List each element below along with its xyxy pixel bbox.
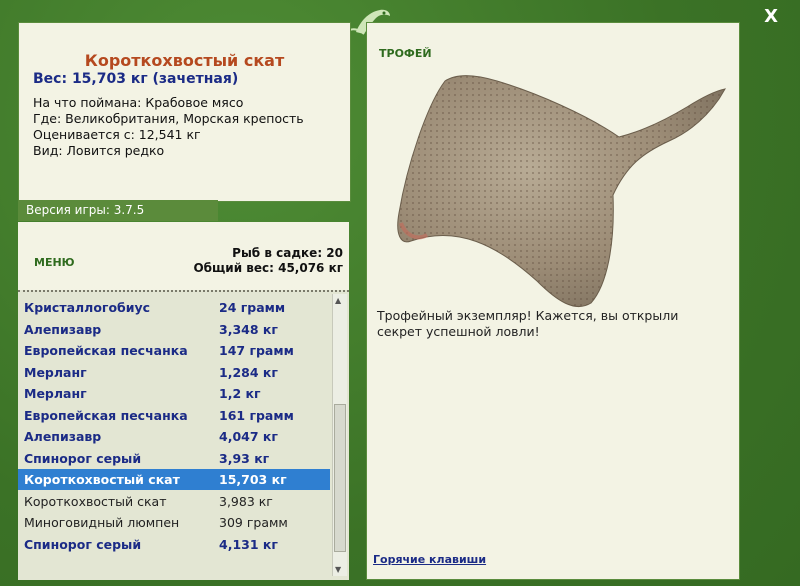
fish-weight-value: 309 грамм bbox=[219, 515, 288, 530]
fish-weight-value: 1,2 кг bbox=[219, 386, 261, 401]
fish-name: Алепизавр bbox=[24, 321, 102, 337]
location-text: Где: Великобритания, Морская крепость bbox=[33, 111, 304, 126]
rarity-text: Вид: Ловится редко bbox=[33, 143, 165, 158]
list-item[interactable]: Короткохвостый скат 3,983 кг bbox=[18, 491, 330, 512]
fish-name: Алепизавр bbox=[24, 429, 102, 444]
fish-name: Европейская песчанка bbox=[24, 343, 188, 358]
list-item[interactable]: Алепизавр 4,047 кг bbox=[18, 426, 330, 447]
fish-list: ▲ ▼ Кристаллогобиус 24 грамм Алепизавр 3,34… bbox=[18, 290, 349, 580]
close-button[interactable]: X bbox=[764, 6, 778, 27]
list-item[interactable]: Кристаллогобиус 24 грамм bbox=[18, 297, 330, 318]
game-version: Версия игры: 3.7.5 bbox=[18, 200, 218, 221]
scroll-up-icon[interactable]: ▲ bbox=[335, 296, 341, 305]
menu-button[interactable]: МЕНЮ bbox=[34, 256, 75, 269]
fish-name: Спинорог серый bbox=[24, 536, 142, 552]
list-scrollbar[interactable]: ▲ ▼ bbox=[332, 294, 347, 576]
fish-weight-value: 147 грамм bbox=[219, 343, 294, 358]
fish-name: Короткохвостый скат bbox=[24, 472, 180, 487]
list-item[interactable]: Спинорог серый 4,131 кг bbox=[18, 534, 330, 555]
list-item[interactable]: Европейская песчанка 147 грамм bbox=[18, 340, 330, 361]
menu-area: МЕНЮ Рыб в садке: 20 Общий вес: 45,076 к… bbox=[18, 222, 349, 290]
scroll-thumb[interactable] bbox=[334, 404, 346, 552]
trophy-message: Трофейный экземпляр! Кажется, вы открыли… bbox=[377, 308, 679, 339]
keepnet-stats: Рыб в садке: 20 Общий вес: 45,076 кг bbox=[193, 246, 343, 276]
catch-info-panel: Короткохвостый скат Вес: 15,703 кг (заче… bbox=[18, 22, 351, 202]
bait-text: На что поймана: Крабовое мясо bbox=[33, 95, 244, 110]
fish-weight: Вес: 15,703 кг (зачетная) bbox=[33, 71, 239, 87]
fish-weight-value: 161 грамм bbox=[219, 407, 294, 423]
fish-weight-value: 24 грамм bbox=[219, 300, 286, 315]
trophy-panel: ТРОФЕЙ Трофейный экземпляр! Кажется, вы … bbox=[366, 22, 740, 580]
list-item[interactable]: Спинорог серый 3,93 кг bbox=[18, 448, 330, 469]
total-weight: Общий вес: 45,076 кг bbox=[193, 261, 343, 275]
hotkeys-link[interactable]: Горячие клавиши bbox=[373, 553, 486, 566]
fish-name: Спинорог серый bbox=[24, 450, 142, 466]
scroll-down-icon[interactable]: ▼ bbox=[335, 565, 341, 574]
list-item[interactable]: Мерланг 1,284 кг bbox=[18, 362, 330, 383]
fish-weight-value: 4,047 кг bbox=[219, 429, 278, 444]
list-item[interactable]: Мерланг 1,2 кг bbox=[18, 383, 330, 404]
fish-name: Европейская песчанка bbox=[24, 407, 188, 423]
fish-count: Рыб в садке: 20 bbox=[232, 246, 343, 260]
list-item[interactable]: Короткохвостый скат 15,703 кг bbox=[18, 469, 330, 490]
fish-weight-value: 4,131 кг bbox=[219, 536, 278, 552]
game-window: X Короткохвостый скат Вес: 15,703 кг (за… bbox=[0, 0, 800, 586]
skate-fish-image bbox=[397, 75, 727, 308]
fish-weight-value: 15,703 кг bbox=[219, 472, 287, 487]
value-text: Оценивается с: 12,541 кг bbox=[33, 127, 201, 142]
fish-name: Короткохвостый скат bbox=[24, 493, 167, 509]
list-item[interactable]: Миноговидный люмпен 309 грамм bbox=[18, 512, 330, 533]
fish-weight-value: 1,284 кг bbox=[219, 364, 278, 380]
list-item[interactable]: Алепизавр 3,348 кг bbox=[18, 319, 330, 340]
fish-name: Мерланг bbox=[24, 364, 87, 380]
fish-weight-value: 3,983 кг bbox=[219, 493, 273, 509]
list-item[interactable]: Европейская песчанка 161 грамм bbox=[18, 405, 330, 426]
fish-name: Кристаллогобиус bbox=[24, 300, 151, 315]
fish-weight-value: 3,93 кг bbox=[219, 450, 270, 466]
fish-weight-value: 3,348 кг bbox=[219, 321, 278, 337]
fish-name: Мерланг bbox=[24, 386, 87, 401]
fish-title: Короткохвостый скат bbox=[84, 51, 285, 70]
fish-name: Миноговидный люмпен bbox=[24, 515, 180, 530]
